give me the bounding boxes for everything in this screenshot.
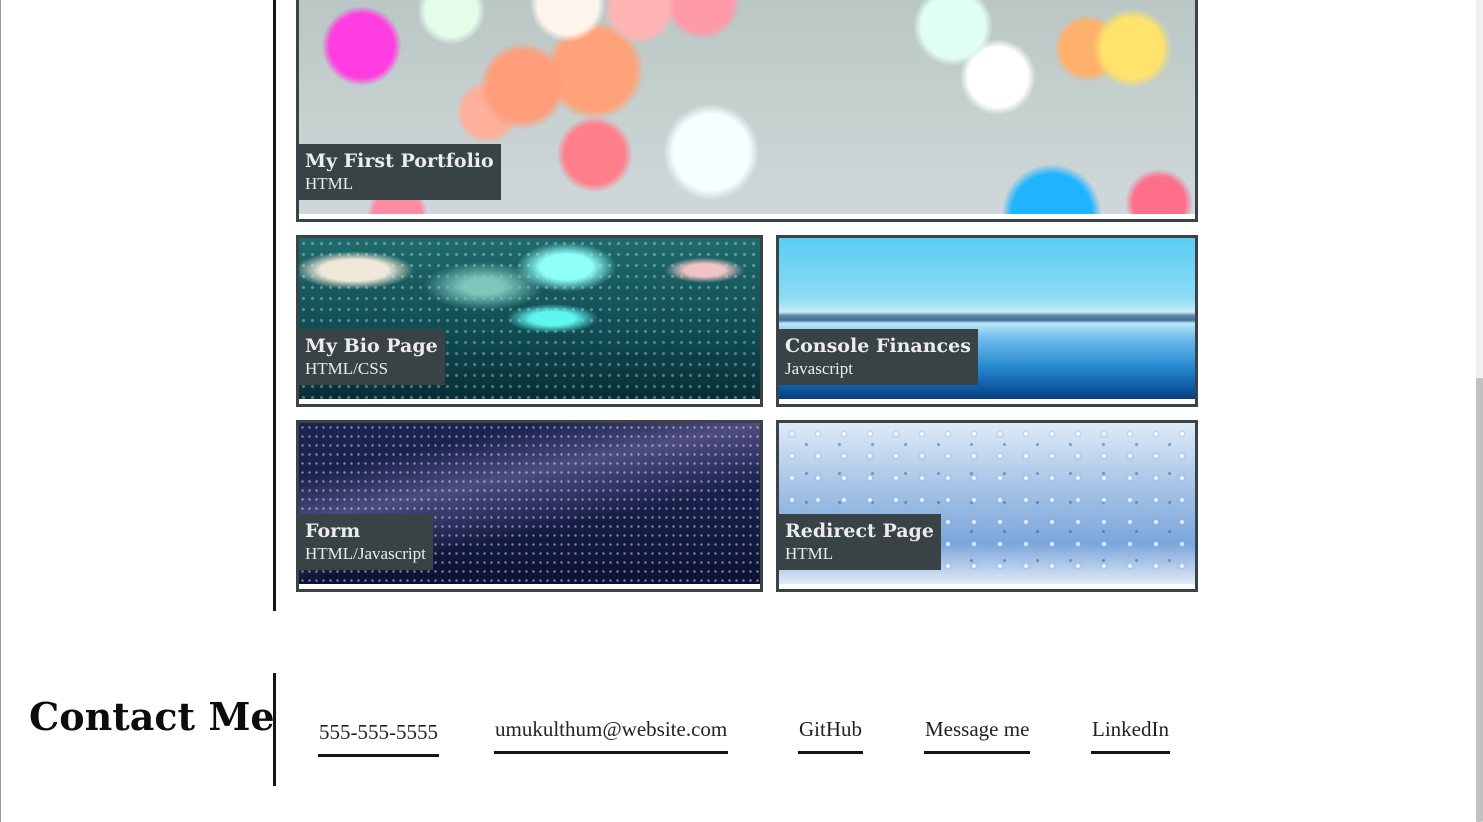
- project-card-my-bio-page[interactable]: My Bio Page HTML/CSS: [296, 235, 763, 407]
- scrollbar-thumb[interactable]: [1476, 378, 1483, 822]
- project-card-form[interactable]: Form HTML/Javascript: [296, 420, 763, 592]
- project-caption: Redirect Page HTML: [779, 514, 941, 570]
- contact-link-linkedin[interactable]: LinkedIn: [1091, 715, 1170, 754]
- page: My First Portfolio HTML My Bio Page HTML…: [0, 0, 1483, 822]
- vertical-scrollbar[interactable]: [1476, 0, 1483, 822]
- project-caption: Form HTML/Javascript: [299, 514, 433, 570]
- project-card-my-first-portfolio[interactable]: My First Portfolio HTML: [296, 0, 1198, 222]
- project-caption: My Bio Page HTML/CSS: [299, 329, 445, 385]
- project-title: Redirect Page: [785, 520, 934, 542]
- project-tech: HTML/CSS: [305, 359, 389, 378]
- contact-link-phone[interactable]: 555-555-5555: [318, 718, 439, 757]
- contact-link-message[interactable]: Message me: [924, 715, 1031, 754]
- project-tech: HTML: [305, 174, 354, 193]
- project-tech: Javascript: [785, 359, 853, 378]
- contact-heading: Contact Me: [29, 694, 275, 739]
- project-tech: HTML/Javascript: [305, 544, 426, 563]
- project-title: My Bio Page: [305, 335, 438, 357]
- project-title: Console Finances: [785, 335, 971, 357]
- project-card-console-finances[interactable]: Console Finances Javascript: [776, 235, 1198, 407]
- project-caption: Console Finances Javascript: [779, 329, 978, 385]
- project-card-redirect-page[interactable]: Redirect Page HTML: [776, 420, 1198, 592]
- contact-section-rule: [273, 673, 276, 786]
- project-tech: HTML: [785, 544, 834, 563]
- work-section-rule: [273, 0, 276, 611]
- page-edge-divider: [0, 0, 1, 822]
- project-title: Form: [305, 520, 361, 542]
- project-caption: My First Portfolio HTML: [299, 144, 501, 200]
- project-title: My First Portfolio: [305, 150, 494, 172]
- contact-link-github[interactable]: GitHub: [798, 715, 863, 754]
- contact-link-email[interactable]: umukulthum@website.com: [494, 715, 729, 754]
